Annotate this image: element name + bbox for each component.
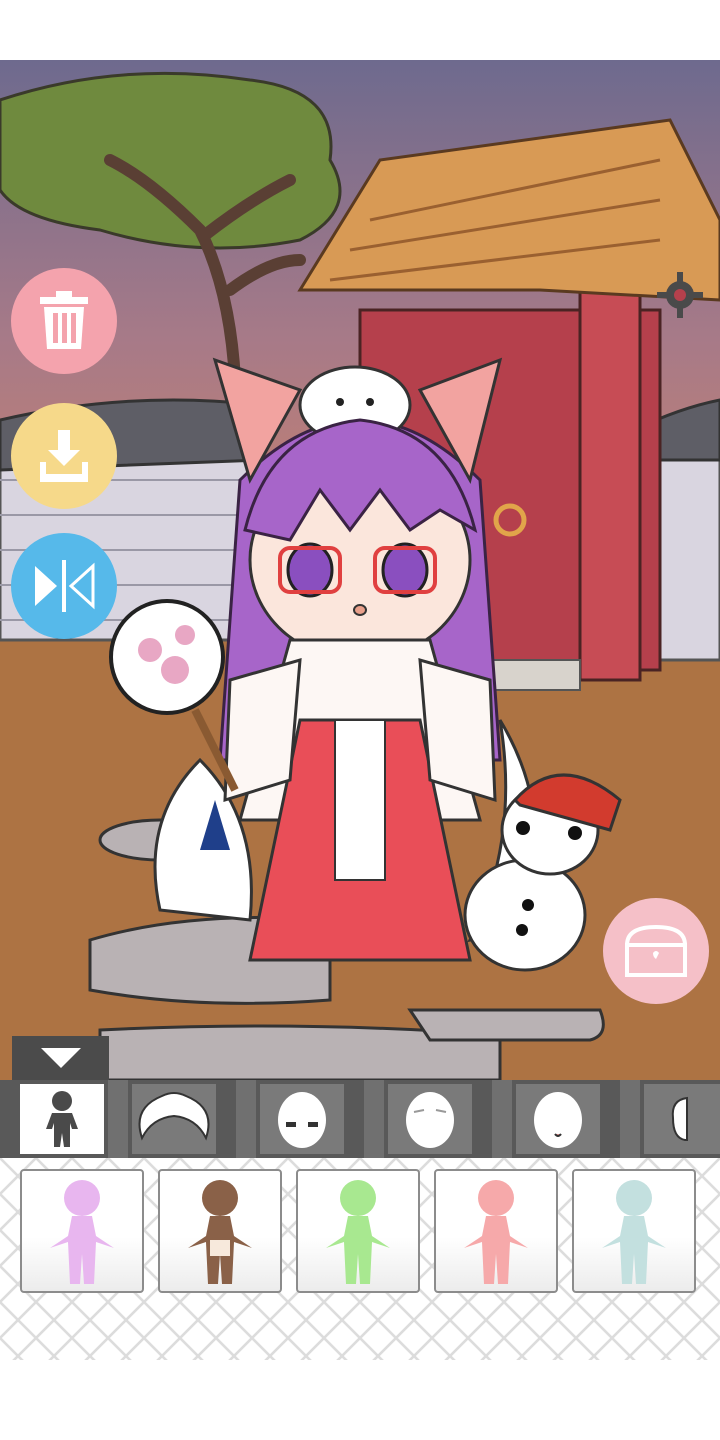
skin-option[interactable] [572, 1169, 696, 1293]
skin-option[interactable] [434, 1169, 558, 1293]
trash-icon [40, 291, 88, 349]
ear-icon [671, 1096, 688, 1141]
face-brows-icon [406, 1092, 454, 1148]
face-mouth-icon [534, 1092, 582, 1148]
tab-eyes[interactable] [260, 1084, 344, 1154]
chevron-down-icon [40, 1048, 81, 1068]
treasure-chest-button[interactable] [603, 898, 709, 1004]
skin-option[interactable] [296, 1169, 420, 1293]
treasure-chest-icon [624, 924, 688, 977]
delete-button[interactable] [11, 268, 117, 374]
body-preview [602, 1180, 666, 1284]
body-preview [50, 1180, 114, 1284]
status-bar [0, 0, 720, 60]
tab-hair[interactable] [132, 1084, 216, 1154]
flip-horizontal-icon [35, 560, 95, 612]
tab-divider [620, 1080, 640, 1158]
category-tab-bar [0, 1080, 720, 1158]
body-preview [326, 1180, 390, 1284]
item-selection-panel [0, 1158, 720, 1360]
body-silhouette-icon [46, 1091, 78, 1147]
tab-divider [364, 1080, 384, 1158]
skin-option[interactable] [158, 1169, 282, 1293]
body-preview [464, 1180, 528, 1284]
tab-ears[interactable] [644, 1084, 720, 1154]
download-button[interactable] [11, 403, 117, 509]
download-icon [40, 430, 88, 482]
character-scene [0, 60, 720, 1080]
tab-mouth[interactable] [516, 1084, 600, 1154]
body-preview [188, 1180, 252, 1284]
tab-divider [236, 1080, 256, 1158]
skin-option[interactable] [20, 1169, 144, 1293]
bottom-spacer [0, 1360, 720, 1440]
tab-divider [108, 1080, 128, 1158]
hair-icon [138, 1092, 210, 1141]
tab-eyebrows[interactable] [388, 1084, 472, 1154]
flip-button[interactable] [11, 533, 117, 639]
settings-button[interactable] [655, 270, 705, 320]
face-eyes-icon [278, 1092, 326, 1148]
collapse-panel-button[interactable] [12, 1036, 109, 1080]
gear-icon [657, 272, 703, 318]
tab-divider [492, 1080, 512, 1158]
tab-body[interactable] [20, 1084, 104, 1154]
